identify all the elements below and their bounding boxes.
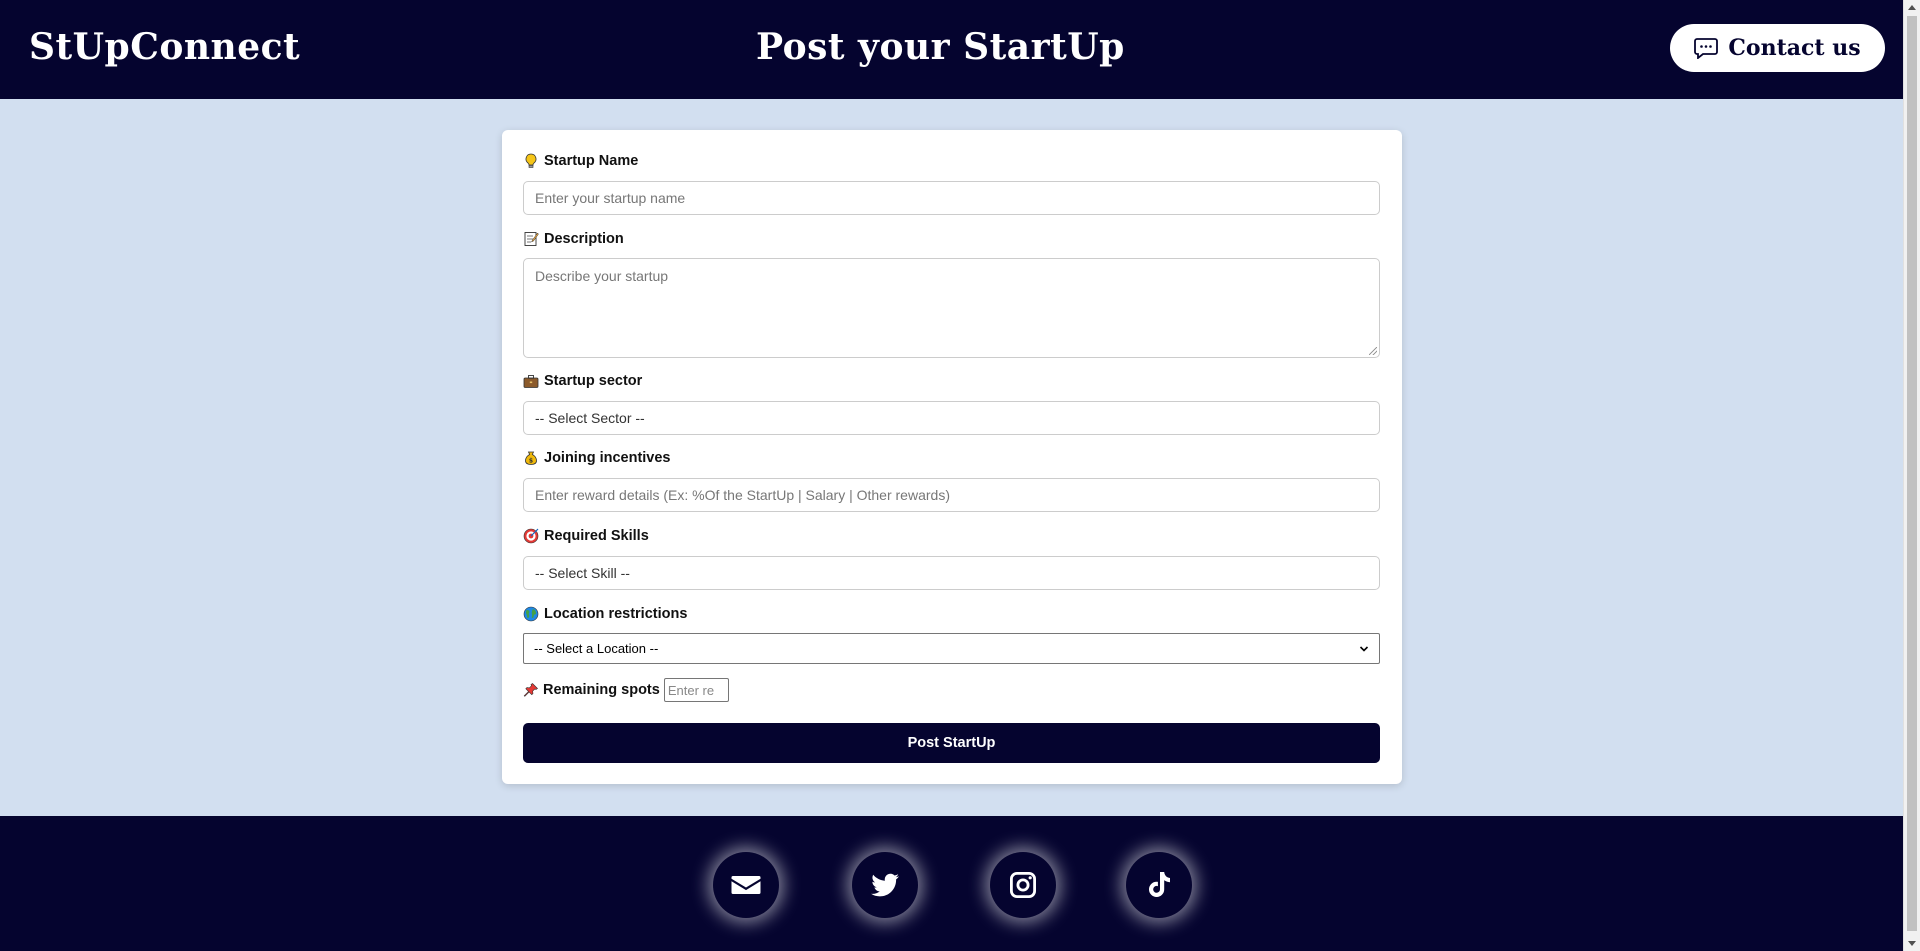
twitter-link[interactable] — [852, 852, 918, 918]
tiktok-link[interactable] — [1126, 852, 1192, 918]
pushpin-icon — [523, 683, 538, 697]
sector-label: Startup sector — [523, 373, 642, 389]
globe-icon — [523, 606, 539, 622]
scrollbar-thumb[interactable] — [1907, 16, 1917, 931]
remaining-spots-input[interactable]: Enter re — [663, 678, 729, 702]
svg-text:$: $ — [529, 458, 533, 465]
footer — [0, 816, 1903, 951]
description-textarea[interactable]: Describe your startup — [523, 258, 1380, 358]
scroll-down-arrow-icon[interactable] — [1908, 941, 1916, 946]
post-startup-form: Startup Name Enter your startup name Des… — [502, 130, 1402, 784]
tiktok-icon — [1149, 872, 1170, 897]
brand-logo[interactable]: StUpConnect — [29, 26, 300, 68]
instagram-icon — [1010, 872, 1036, 898]
remaining-spots-row: Remaining spots Enter re — [523, 678, 729, 702]
sector-select[interactable]: -- Select Sector -- — [523, 401, 1380, 435]
incentives-input[interactable]: Enter reward details (Ex: %Of the StartU… — [523, 478, 1380, 512]
description-label: Description — [523, 231, 624, 247]
briefcase-icon — [523, 375, 539, 388]
skills-label: Required Skills — [523, 528, 649, 544]
skills-select[interactable]: -- Select Skill -- — [523, 556, 1380, 590]
memo-icon — [524, 232, 539, 246]
twitter-icon — [871, 873, 899, 897]
chat-bubble-icon — [1694, 38, 1719, 59]
top-header: StUpConnect Post your StartUp Contact us — [0, 0, 1903, 99]
instagram-link[interactable] — [990, 852, 1056, 918]
vertical-scrollbar[interactable] — [1903, 0, 1920, 951]
scroll-up-arrow-icon[interactable] — [1908, 5, 1916, 10]
resize-handle[interactable] — [1369, 347, 1377, 355]
email-icon — [731, 876, 761, 894]
location-select[interactable]: -- Select a Location -- — [523, 633, 1380, 664]
location-label: Location restrictions — [523, 606, 687, 622]
email-link[interactable] — [713, 852, 779, 918]
remaining-spots-label: Remaining spots — [543, 682, 660, 698]
contact-us-label: Contact us — [1728, 35, 1861, 61]
contact-us-button[interactable]: Contact us — [1670, 24, 1885, 72]
chevron-down-icon — [1359, 645, 1369, 652]
incentives-label: $ Joining incentives — [523, 450, 671, 466]
post-startup-button[interactable]: Post StartUp — [523, 723, 1380, 763]
startup-name-label: Startup Name — [523, 153, 638, 169]
target-icon — [523, 528, 539, 544]
startup-name-input[interactable]: Enter your startup name — [523, 181, 1380, 215]
page-title: Post your StartUp — [756, 26, 1125, 68]
money-bag-icon: $ — [525, 451, 537, 465]
lightbulb-icon — [525, 153, 537, 168]
